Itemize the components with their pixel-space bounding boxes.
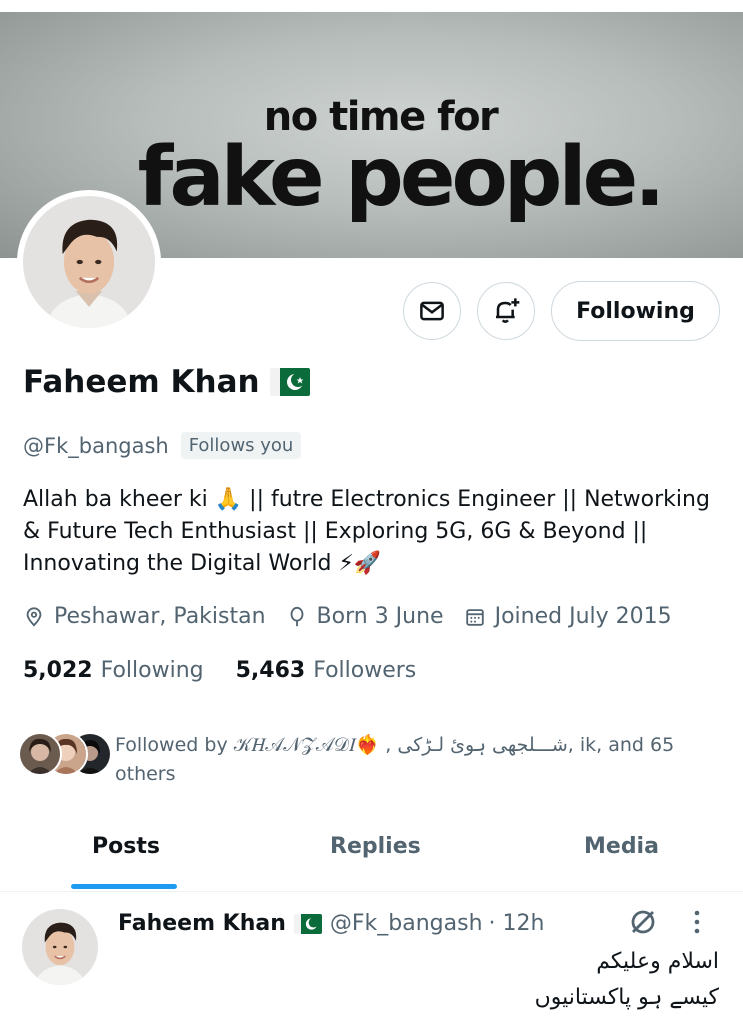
pakistan-flag-icon bbox=[269, 368, 310, 396]
followers-stat[interactable]: 5,463 Followers bbox=[236, 658, 417, 683]
post-author-avatar[interactable] bbox=[22, 909, 98, 985]
active-tab-indicator bbox=[71, 884, 177, 889]
profile-name: Faheem Khan bbox=[23, 364, 260, 400]
following-stat[interactable]: 5,022 Following bbox=[23, 658, 204, 683]
bio-line: Innovating the Digital World ⚡🚀 bbox=[23, 551, 382, 576]
followed-by-line: others bbox=[115, 763, 176, 785]
post-text-line: کیسے ہو پاکستانیوں bbox=[534, 985, 719, 1010]
birthday-item: Born 3 June bbox=[286, 604, 444, 629]
tab-replies[interactable]: Replies bbox=[330, 834, 421, 859]
grok-icon[interactable] bbox=[628, 907, 658, 937]
bio-line: & Future Tech Enthusiast || Exploring 5G… bbox=[23, 519, 648, 544]
post-author-photo bbox=[22, 909, 98, 985]
following-count: 5,022 bbox=[23, 658, 93, 683]
birthday-text: Born 3 June bbox=[316, 604, 444, 629]
follow-stats: 5,022 Following 5,463 Followers bbox=[23, 658, 416, 683]
followers-count: 5,463 bbox=[235, 658, 306, 683]
follows-you-badge: Follows you bbox=[180, 432, 302, 459]
joined-item: Joined July 2015 bbox=[464, 604, 672, 629]
post-item[interactable]: Faheem Khan @Fk_bangash · 12h اسلام وعلی… bbox=[0, 893, 743, 1024]
profile-avatar[interactable] bbox=[17, 190, 161, 334]
profile-name-row: Faheem Khan bbox=[23, 364, 310, 400]
balloon-icon bbox=[290, 606, 303, 626]
post-header: Faheem Khan @Fk_bangash · 12h bbox=[118, 911, 544, 936]
followed-by-line: Followed by 𝒦𝐻𝒜𝒩𝒵𝒜𝒟𝐼❤️‍🔥 , شـــلجھی ہوئ … bbox=[115, 734, 675, 756]
post-author-handle[interactable]: @Fk_bangash bbox=[330, 911, 483, 936]
profile-tabs: Posts Replies Media bbox=[0, 826, 743, 892]
envelope-icon bbox=[420, 301, 444, 321]
followers-label: Followers bbox=[313, 658, 417, 683]
post-time[interactable]: · 12h bbox=[489, 911, 545, 936]
post-text-line: اسلام وعلیکم bbox=[596, 949, 719, 974]
following-button[interactable]: Following bbox=[551, 281, 720, 341]
profile-bio: Allah ba kheer ki 🙏 || futre Electronics… bbox=[23, 484, 723, 580]
post-actions bbox=[628, 907, 702, 937]
joined-text: Joined July 2015 bbox=[494, 604, 672, 629]
mutual-avatar bbox=[18, 732, 62, 776]
bio-line: Allah ba kheer ki 🙏 || futre Electronics… bbox=[23, 487, 710, 512]
message-button[interactable] bbox=[403, 282, 461, 340]
notify-button[interactable] bbox=[477, 282, 535, 340]
bell-plus-icon bbox=[496, 298, 520, 323]
more-options-icon[interactable] bbox=[692, 909, 702, 935]
location-item: Peshawar, Pakistan bbox=[23, 604, 266, 629]
followed-by-text[interactable]: Followed by 𝒦𝐻𝒜𝒩𝒵𝒜𝒟𝐼❤️‍🔥 , شـــلجھی ہوئ … bbox=[115, 731, 715, 789]
profile-handle: @Fk_bangash bbox=[23, 433, 169, 458]
tab-media[interactable]: Media bbox=[584, 834, 659, 859]
following-label: Following bbox=[100, 658, 204, 683]
profile-meta: Peshawar, Pakistan Born 3 June Joined Ju… bbox=[23, 604, 692, 629]
location-pin-icon bbox=[26, 606, 42, 627]
profile-photo bbox=[23, 196, 155, 328]
location-text: Peshawar, Pakistan bbox=[54, 604, 266, 629]
calendar-icon bbox=[465, 608, 484, 626]
pakistan-flag-icon bbox=[293, 913, 322, 934]
handle-row: @Fk_bangash Follows you bbox=[23, 432, 302, 459]
post-author-name[interactable]: Faheem Khan bbox=[118, 911, 286, 936]
mutual-followers-avatars[interactable] bbox=[18, 730, 112, 778]
tab-posts[interactable]: Posts bbox=[92, 834, 160, 859]
